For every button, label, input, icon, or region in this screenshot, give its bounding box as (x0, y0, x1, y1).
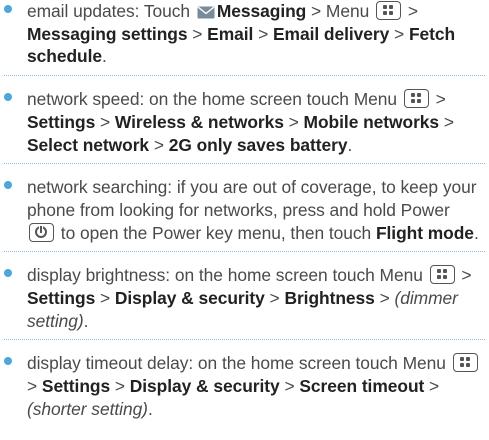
period: . (147, 398, 153, 419)
separator: > (95, 288, 115, 309)
separator: > (187, 23, 208, 44)
separator: > (424, 376, 440, 397)
separator: > (27, 376, 42, 397)
brightness-label: Brightness (284, 288, 375, 309)
separator: > (279, 376, 300, 397)
display-security-label: Display & security (129, 376, 280, 397)
separator: > (283, 111, 304, 132)
2g-only-label: 2G only saves battery (168, 134, 348, 155)
bullet-icon (4, 5, 12, 13)
power-key-icon (29, 222, 54, 242)
bullet-icon (4, 93, 12, 102)
flight-mode-label: Flight mode (375, 222, 474, 243)
item-text: email updates: Touch (27, 1, 191, 21)
mail-icon (197, 6, 215, 19)
separator: > (430, 89, 446, 110)
select-network-label: Select network (27, 134, 150, 155)
period: . (347, 134, 353, 155)
email-delivery-label: Email delivery (272, 23, 390, 44)
period: . (102, 46, 107, 67)
separator: > (403, 1, 418, 21)
email-label: Email (207, 23, 254, 44)
separator: > (439, 111, 454, 132)
list-item-network-speed: network speed: on the home screen touch … (0, 88, 489, 156)
separator: > (374, 288, 395, 309)
mobile-networks-label: Mobile networks (303, 111, 440, 132)
divider (4, 339, 485, 341)
item-text: network searching: if you are out of cov… (27, 177, 477, 220)
separator: > (110, 376, 130, 397)
messaging-label: Messaging (216, 1, 307, 21)
divider (4, 75, 485, 77)
settings-label: Settings (27, 288, 96, 309)
wireless-networks-label: Wireless & networks (114, 111, 284, 132)
bullet-icon (4, 269, 12, 278)
item-text: to open the Power key menu, then touch (56, 222, 376, 243)
tips-list: email updates: Touch Messaging > Menu > … (0, 0, 489, 421)
menu-key-icon (452, 353, 478, 373)
list-item-display-timeout: display timeout delay: on the home scree… (0, 352, 489, 420)
separator: > (389, 23, 409, 44)
shorter-setting-label: (shorter setting) (27, 398, 148, 419)
period: . (83, 310, 89, 331)
settings-label: Settings (41, 376, 111, 397)
bullet-icon (4, 181, 12, 190)
separator: > (456, 265, 472, 286)
item-text: display timeout delay: on the home scree… (27, 353, 451, 374)
messaging-settings-label: Messaging settings (27, 23, 188, 44)
item-text: network speed: on the home screen touch … (27, 89, 402, 110)
menu-key-icon (429, 265, 455, 285)
separator: > Menu (306, 1, 375, 21)
menu-key-icon (376, 1, 402, 20)
display-security-label: Display & security (114, 288, 265, 309)
divider (4, 163, 485, 165)
separator: > (264, 288, 285, 309)
list-item-network-searching: network searching: if you are out of cov… (0, 176, 489, 244)
screen-timeout-label: Screen timeout (299, 376, 425, 397)
item-text: display brightness: on the home screen t… (27, 265, 428, 286)
separator: > (253, 23, 273, 44)
separator: > (149, 134, 169, 155)
separator: > (95, 111, 115, 132)
period: . (473, 222, 479, 243)
divider (4, 251, 485, 253)
list-item-email-updates: email updates: Touch Messaging > Menu > … (0, 0, 489, 68)
menu-key-icon (403, 89, 429, 109)
settings-label: Settings (27, 111, 96, 132)
list-item-display-brightness: display brightness: on the home screen t… (0, 264, 489, 332)
bullet-icon (4, 357, 12, 366)
